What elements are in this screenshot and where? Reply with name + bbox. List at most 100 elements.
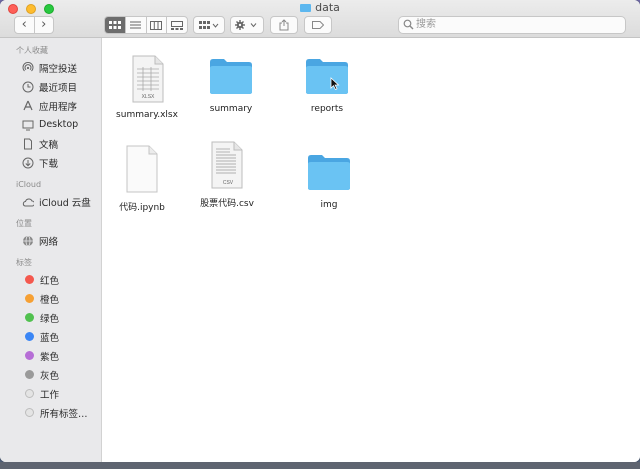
tag-icon — [312, 21, 324, 29]
sidebar-item-label: 工作 — [40, 389, 60, 401]
sidebar-item-label: 紫色 — [40, 351, 60, 363]
sidebar-item-network[interactable]: 网络 — [0, 231, 101, 250]
mouse-cursor-icon — [330, 77, 340, 91]
sidebar-section-icloud: iCloud — [16, 180, 42, 189]
sidebar-section-locations: 位置 — [16, 219, 32, 228]
sidebar-item-desktop[interactable]: Desktop — [0, 115, 101, 134]
sidebar-item-label: 所有标签… — [40, 408, 88, 420]
view-mode-group — [104, 16, 188, 34]
sidebar-item-label: 最近项目 — [39, 82, 78, 94]
download-icon — [22, 157, 34, 169]
search-field[interactable]: 搜索 — [398, 16, 626, 34]
sidebar-item-applications[interactable]: 应用程序 — [0, 96, 101, 115]
share-icon — [279, 19, 289, 31]
forward-button[interactable]: › — [33, 17, 54, 33]
sidebar-item-recents[interactable]: 最近项目 — [0, 77, 101, 96]
sidebar-tag-gray[interactable]: 灰色 — [0, 365, 101, 384]
sidebar-item-label: 网络 — [39, 236, 59, 248]
folder-icon — [308, 155, 350, 190]
sidebar-section-favorites: 个人收藏 — [16, 46, 48, 55]
sidebar-item-label: iCloud 云盘 — [39, 197, 91, 209]
sidebar-tag-green[interactable]: 绿色 — [0, 308, 101, 327]
sidebar: 个人收藏 隔空投送 最近项目 应用程序 Desktop 文稿 下载 iCloud — [0, 38, 102, 462]
icon-view-button[interactable] — [105, 17, 125, 33]
folder-icon — [300, 4, 312, 12]
sidebar-item-icloud-drive[interactable]: iCloud 云盘 — [0, 192, 101, 211]
file-name: 股票代码.csv — [200, 199, 254, 209]
list-icon — [130, 21, 142, 29]
gallery-icon — [171, 20, 184, 30]
document-icon — [22, 138, 34, 150]
list-view-button[interactable] — [124, 17, 146, 33]
sidebar-tag-purple[interactable]: 紫色 — [0, 346, 101, 365]
sidebar-item-label: 绿色 — [40, 313, 60, 325]
clock-icon — [22, 81, 34, 93]
tag-dot-icon — [25, 275, 34, 284]
svg-text:CSV: CSV — [223, 180, 234, 186]
folder-item[interactable]: img — [279, 153, 379, 210]
column-view-button[interactable] — [145, 17, 167, 33]
svg-text:XLSX: XLSX — [142, 94, 155, 100]
gallery-view-button[interactable] — [166, 17, 187, 33]
back-button[interactable]: ‹ — [15, 17, 34, 33]
folder-icon — [306, 59, 348, 94]
file-name: reports — [310, 104, 344, 114]
sidebar-item-label: 隔空投送 — [39, 63, 78, 75]
search-icon — [403, 19, 414, 30]
window-title-text: data — [315, 1, 340, 14]
sidebar-item-label: Desktop — [39, 119, 79, 130]
sidebar-item-label: 灰色 — [40, 370, 60, 382]
title-bar: data ‹ › 搜索 — [0, 0, 640, 38]
columns-icon — [150, 20, 163, 30]
sidebar-item-label: 文稿 — [39, 139, 59, 151]
tag-dot-icon — [25, 313, 34, 322]
cloud-icon — [22, 196, 34, 208]
sidebar-item-label: 应用程序 — [39, 101, 78, 113]
sidebar-tag-orange[interactable]: 橙色 — [0, 289, 101, 308]
group-grid-icon — [199, 20, 219, 29]
sidebar-section-tags: 标签 — [16, 258, 32, 267]
sidebar-tag-work[interactable]: 工作 — [0, 384, 101, 403]
desktop-background — [0, 462, 640, 469]
sidebar-all-tags[interactable]: 所有标签… — [0, 403, 101, 422]
window-title: data — [0, 1, 640, 15]
tag-dot-icon — [25, 408, 34, 417]
sidebar-item-downloads[interactable]: 下载 — [0, 153, 101, 172]
sidebar-item-documents[interactable]: 文稿 — [0, 134, 101, 153]
sidebar-item-label: 蓝色 — [40, 332, 60, 344]
tag-dot-icon — [25, 389, 34, 398]
icon-grid-icon — [108, 21, 121, 29]
sidebar-tag-red[interactable]: 红色 — [0, 270, 101, 289]
csv-file-icon: CSV — [211, 141, 243, 189]
gear-icon — [235, 20, 257, 30]
sidebar-item-label: 下载 — [39, 158, 59, 170]
applications-icon — [22, 100, 34, 112]
sidebar-tag-blue[interactable]: 蓝色 — [0, 327, 101, 346]
tags-button[interactable] — [304, 16, 332, 34]
tag-dot-icon — [25, 370, 34, 379]
share-button[interactable] — [270, 16, 298, 34]
sidebar-item-airdrop[interactable]: 隔空投送 — [0, 58, 101, 77]
network-icon — [22, 235, 34, 247]
folder-item[interactable]: reports — [277, 57, 377, 114]
folder-item[interactable]: summary — [181, 57, 281, 114]
file-name: summary — [209, 104, 253, 114]
navigation-group: ‹ › — [14, 16, 54, 34]
file-name: img — [320, 200, 338, 210]
desktop-icon — [22, 119, 34, 131]
action-menu-button[interactable] — [230, 16, 264, 34]
xlsx-file-icon: XLSX — [132, 55, 164, 103]
sidebar-item-label: 红色 — [40, 275, 60, 287]
tag-dot-icon — [25, 332, 34, 341]
tag-dot-icon — [25, 351, 34, 360]
folder-icon — [210, 59, 252, 94]
file-browser-content: XLSX summary.xlsx summary reports 代码.ipy… — [103, 39, 640, 462]
file-item[interactable]: CSV 股票代码.csv — [177, 141, 277, 209]
search-placeholder: 搜索 — [416, 19, 436, 30]
group-by-button[interactable] — [193, 16, 225, 34]
finder-window: data ‹ › 搜索 个人收藏 隔空投送 最近项目 应用程序 Desktop … — [0, 0, 640, 462]
sidebar-item-label: 橙色 — [40, 294, 60, 306]
blank-file-icon — [126, 145, 158, 193]
tag-dot-icon — [25, 294, 34, 303]
airdrop-icon — [22, 61, 34, 74]
